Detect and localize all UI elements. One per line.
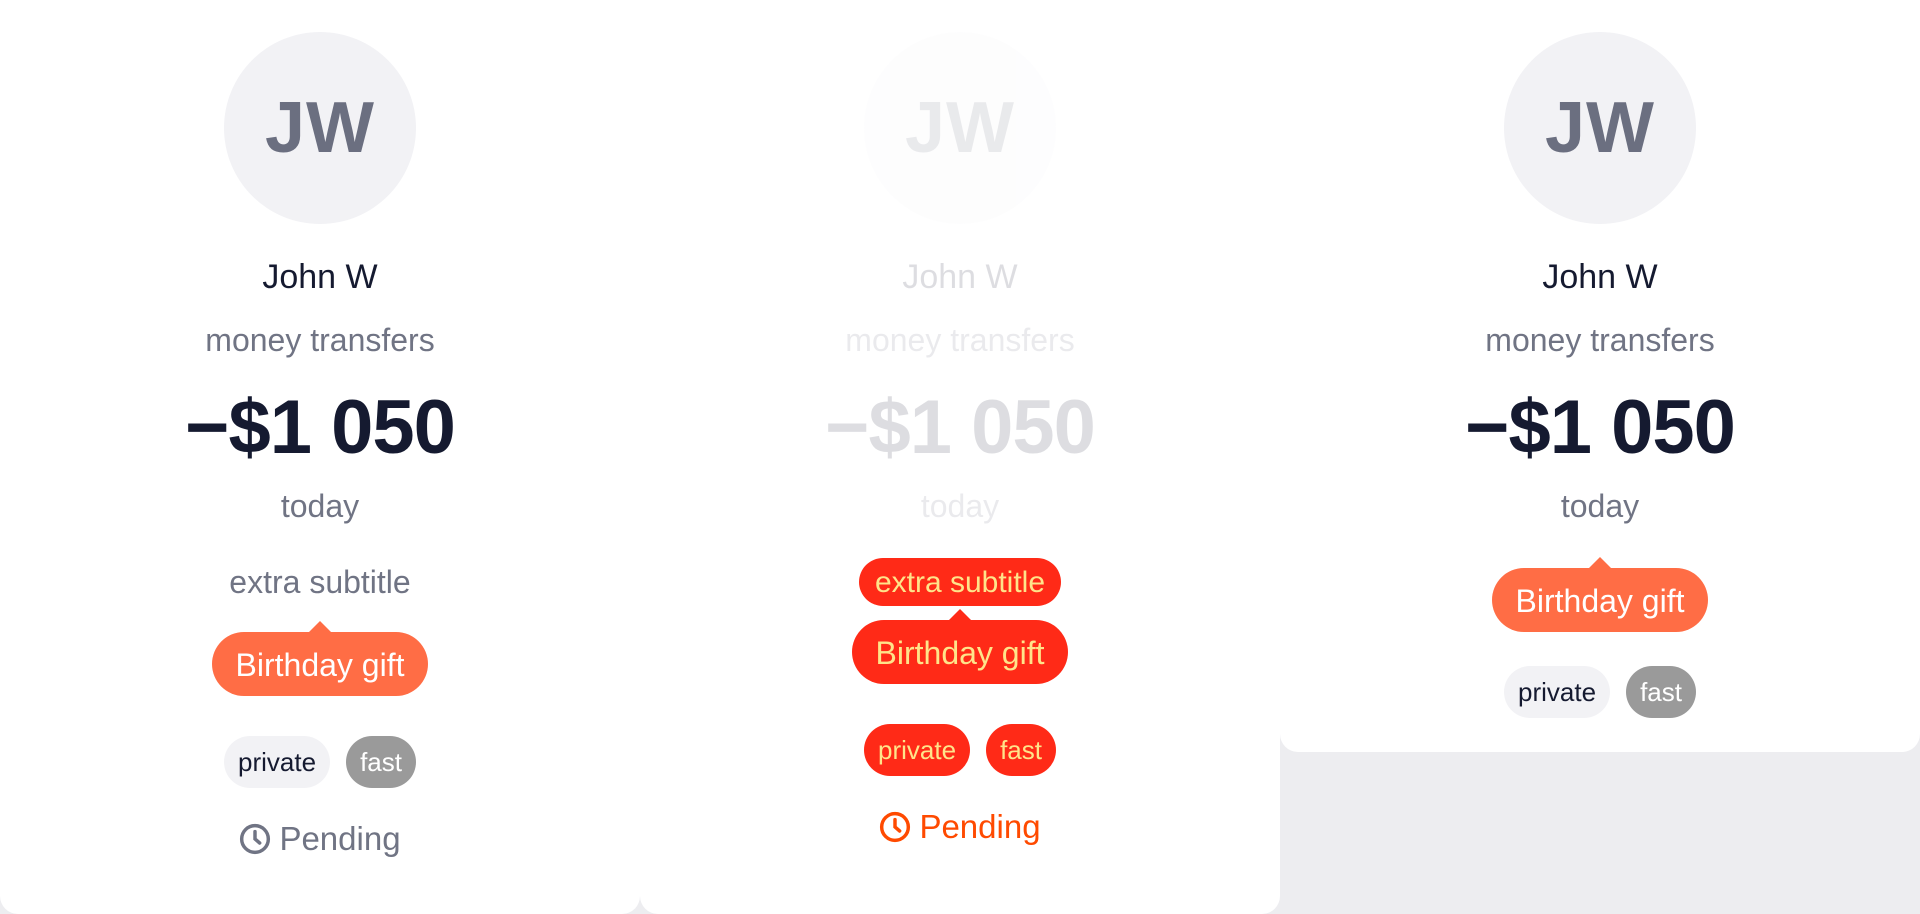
transaction-card[interactable]: JW John W money transfers −$1 050 today … — [1280, 0, 1920, 752]
note-bubble: Birthday gift — [851, 609, 1069, 684]
tag-private: private — [864, 724, 971, 776]
tag-private: private — [224, 736, 331, 788]
contact-name: John W — [902, 258, 1018, 296]
note-bubble: Birthday gift — [1491, 557, 1709, 632]
transaction-date: today — [280, 488, 360, 524]
status: Pending — [879, 808, 1041, 845]
clock-icon — [880, 811, 911, 842]
avatar: JW — [1504, 32, 1696, 224]
note-bubble: Birthday gift — [211, 621, 429, 696]
tag-list: private fast — [224, 736, 416, 788]
transaction-date: today — [1560, 488, 1640, 524]
contact-name: John W — [262, 258, 378, 296]
transaction-amount: −$1 050 — [1465, 385, 1736, 470]
transaction-category: money transfers — [1485, 322, 1715, 358]
tag-list: private fast — [1504, 666, 1696, 718]
status-label: Pending — [919, 808, 1041, 845]
tag-private: private — [1504, 666, 1611, 718]
transaction-card[interactable]: JW John W money transfers −$1 050 today … — [0, 0, 640, 914]
tag-list: private fast — [864, 724, 1056, 776]
transaction-category: money transfers — [205, 322, 435, 358]
clock-icon — [240, 823, 271, 854]
transaction-category: money transfers — [845, 322, 1075, 358]
transaction-amount: −$1 050 — [825, 385, 1096, 470]
extra-subtitle: extra subtitle — [229, 564, 411, 600]
extra-subtitle: extra subtitle — [858, 558, 1062, 606]
tag-fast: fast — [986, 724, 1056, 776]
transaction-amount: −$1 050 — [185, 385, 456, 470]
tag-fast: fast — [346, 736, 416, 788]
transaction-date: today — [920, 488, 1000, 524]
status-label: Pending — [279, 820, 401, 857]
status: Pending — [239, 820, 401, 857]
tag-fast: fast — [1626, 666, 1696, 718]
avatar: JW — [224, 32, 416, 224]
avatar: JW — [864, 32, 1056, 224]
contact-name: John W — [1542, 258, 1658, 296]
transaction-card[interactable]: JW John W money transfers −$1 050 today … — [640, 0, 1280, 914]
